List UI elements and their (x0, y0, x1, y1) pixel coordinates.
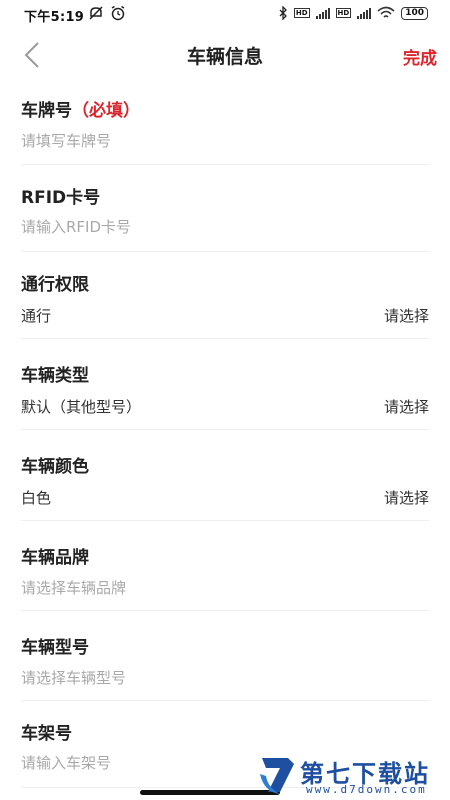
field-label: 车辆颜色 (21, 457, 89, 477)
signal-icon (357, 7, 372, 19)
mute-icon (89, 6, 103, 20)
vehicle-form: 车牌号（必填） RFID卡号 通行权限 通行 请选择 车辆类型 默认（其他型号）… (21, 80, 429, 788)
field-label: 车架号 (21, 724, 72, 744)
page-title: 车辆信息 (186, 46, 263, 68)
field-label: 车辆类型 (21, 366, 89, 386)
vehicle-color-value: 白色 (21, 489, 52, 507)
hd-badge: HD (335, 8, 352, 18)
field-label: 车牌号（必填） (21, 96, 140, 121)
status-time: 下午5:19 (24, 10, 85, 25)
field-label: 车辆型号 (21, 638, 89, 658)
vehicle-type-value: 默认（其他型号） (21, 398, 142, 416)
field-access-permission[interactable]: 通行权限 通行 请选择 (21, 252, 429, 339)
field-vehicle-color[interactable]: 车辆颜色 白色 请选择 (21, 430, 429, 521)
plate-number-input[interactable] (21, 132, 321, 150)
field-label-text: 车牌号 (21, 101, 72, 121)
wifi-icon (377, 6, 395, 18)
watermark-url: www.d7down.com (306, 783, 427, 796)
header: 车辆信息 完成 (0, 28, 450, 80)
rfid-input[interactable] (21, 218, 321, 236)
field-label: 车辆品牌 (21, 548, 89, 568)
field-vehicle-type[interactable]: 车辆类型 默认（其他型号） 请选择 (21, 339, 429, 430)
status-left-icons (88, 5, 126, 21)
alarm-icon (111, 5, 125, 21)
watermark-logo-icon (260, 758, 294, 794)
status-bar: 下午5:19 HD HD 100 (0, 0, 450, 28)
field-vehicle-brand[interactable]: 车辆品牌 请选择车辆品牌 (21, 521, 429, 611)
signal-icon (315, 7, 330, 19)
vehicle-brand-select[interactable]: 请选择车辆品牌 (21, 577, 126, 598)
battery-indicator: 100 (401, 6, 428, 20)
field-plate-number: 车牌号（必填） (21, 80, 429, 165)
status-right-icons: HD HD 100 (278, 6, 428, 20)
vehicle-color-select[interactable]: 请选择 (384, 487, 429, 508)
access-permission-select[interactable]: 请选择 (384, 305, 429, 326)
required-note: （必填） (72, 101, 140, 121)
vehicle-model-select[interactable]: 请选择车辆型号 (21, 667, 126, 688)
access-permission-value: 通行 (21, 307, 52, 325)
field-vehicle-model[interactable]: 车辆型号 请选择车辆型号 (21, 611, 429, 701)
vehicle-type-select[interactable]: 请选择 (384, 396, 429, 417)
bluetooth-icon (279, 6, 287, 20)
hd-badge: HD (293, 8, 310, 18)
field-label: 通行权限 (21, 275, 89, 295)
watermark: 第七下载站 www.d7down.com (258, 750, 450, 800)
field-label: RFID卡号 (21, 188, 101, 208)
field-rfid: RFID卡号 (21, 165, 429, 252)
done-button[interactable]: 完成 (403, 44, 437, 69)
